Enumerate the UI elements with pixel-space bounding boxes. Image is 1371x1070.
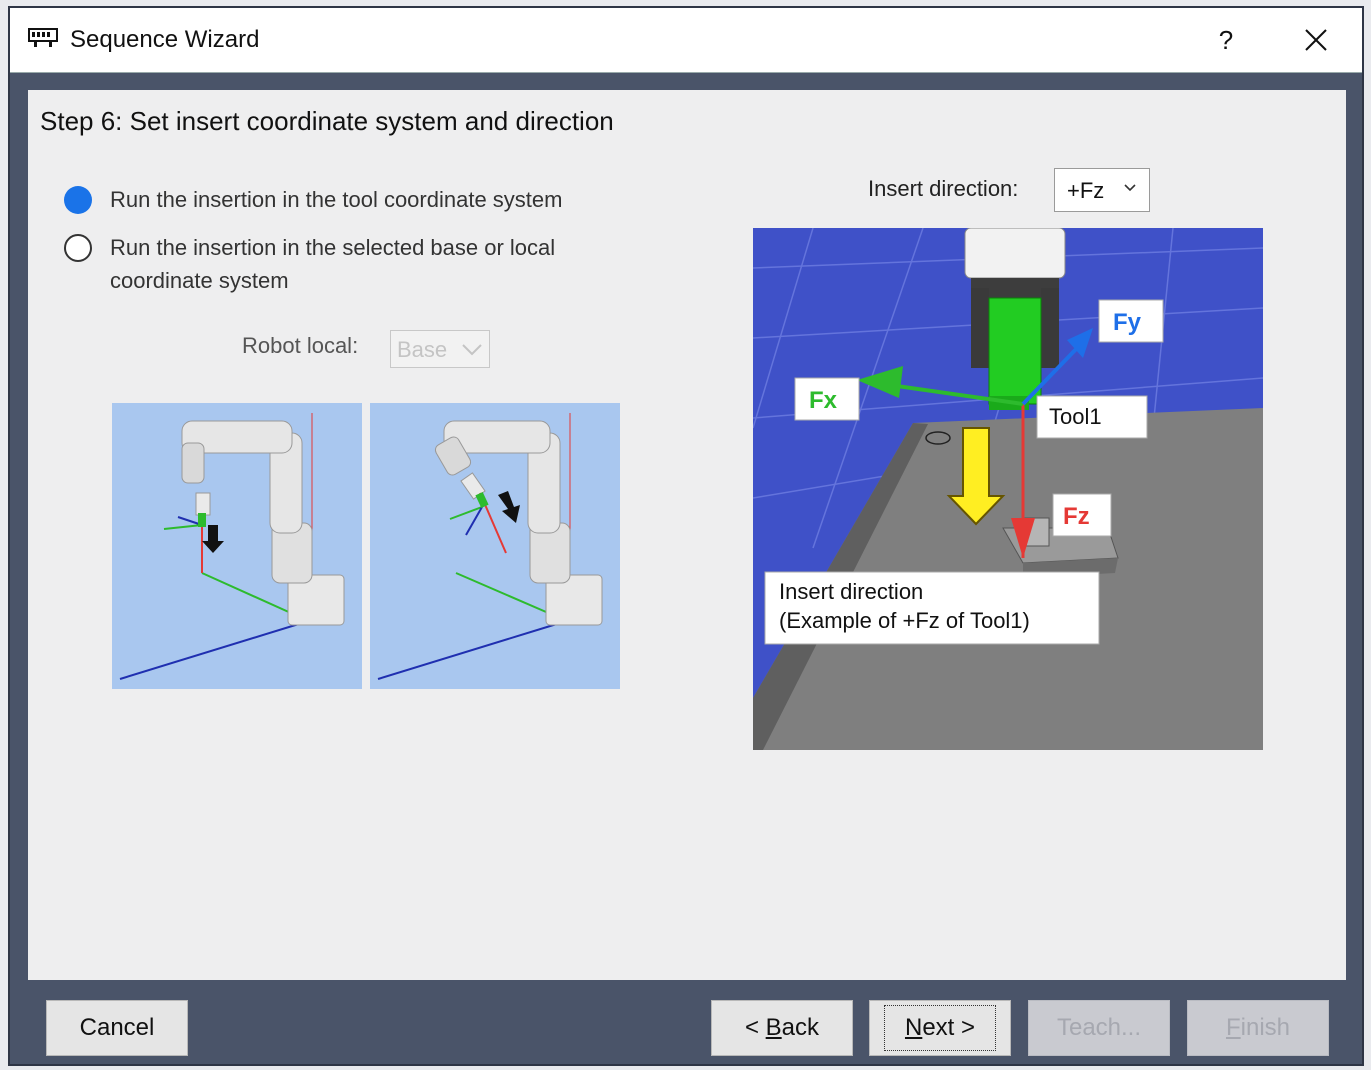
finish-label: inish <box>1240 1014 1291 1041</box>
finish-mnemonic: F <box>1225 1014 1241 1041</box>
insert-direction-diagram: Fy Fx Tool1 Fz Insert direction (Example… <box>753 228 1263 750</box>
caption-line2: (Example of +Fz of Tool1) <box>779 608 1030 633</box>
tool-coordinate-label[interactable]: Run the insertion in the tool coordinate… <box>110 183 562 217</box>
robot-local-select[interactable]: Base <box>390 330 490 368</box>
finish-button[interactable]: Finish <box>1187 1000 1329 1056</box>
base-local-coordinate-label-line1[interactable]: Run the insertion in the selected base o… <box>110 231 555 265</box>
base-local-coordinate-label-line2[interactable]: coordinate system <box>110 264 289 298</box>
next-label: ext > <box>922 1014 976 1041</box>
help-button[interactable]: ? <box>1206 20 1246 60</box>
fx-axis-label: Fx <box>809 387 838 414</box>
fy-axis-label: Fy <box>1113 309 1142 336</box>
tool-label: Tool1 <box>1049 404 1102 429</box>
insert-direction-select[interactable]: +Fz <box>1054 168 1150 212</box>
close-icon <box>1305 29 1327 51</box>
fz-axis-label: Fz <box>1063 503 1090 530</box>
next-button[interactable]: Next > <box>869 1000 1011 1056</box>
robot-local-label: Robot local: <box>242 333 359 358</box>
window-title: Sequence Wizard <box>70 26 260 53</box>
back-mnemonic: B <box>765 1014 782 1041</box>
title-bar: Sequence Wizard ? <box>10 8 1362 73</box>
wizard-content: Step 6: Set insert coordinate system and… <box>28 90 1346 980</box>
robot-local-value: Base <box>397 337 448 362</box>
close-button[interactable] <box>1296 20 1336 60</box>
chevron-down-icon <box>1124 184 1136 192</box>
base-local-coordinate-preview-image <box>370 403 620 689</box>
back-button[interactable]: < Back <box>711 1000 853 1056</box>
insert-direction-value: +Fz <box>1067 178 1105 203</box>
back-label: ack <box>781 1014 820 1041</box>
page-title: Step 6: Set insert coordinate system and… <box>40 106 614 136</box>
tool-coordinate-radio[interactable] <box>64 186 92 214</box>
chevron-down-icon <box>462 344 482 356</box>
base-local-coordinate-radio[interactable] <box>64 234 92 262</box>
wizard-window: Sequence Wizard ? Step 6: Set insert coo… <box>8 6 1364 1066</box>
robot-wizard-icon <box>28 28 58 47</box>
back-prefix: < <box>744 1014 766 1041</box>
caption-line1: Insert direction <box>779 579 923 604</box>
tool-coordinate-preview-image <box>112 403 362 689</box>
button-bar: Cancel < Back Next > Teach... Finish <box>10 980 1362 1066</box>
next-mnemonic: N <box>904 1014 923 1041</box>
insert-direction-label: Insert direction: <box>868 176 1019 201</box>
teach-button[interactable]: Teach... <box>1028 1000 1170 1056</box>
cancel-button[interactable]: Cancel <box>46 1000 188 1056</box>
